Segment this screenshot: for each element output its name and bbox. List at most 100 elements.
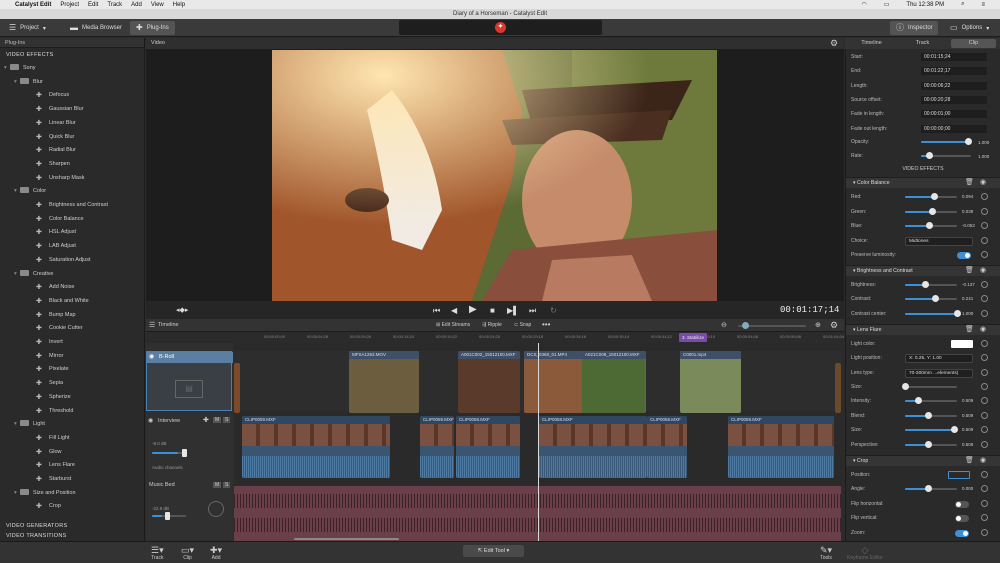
broll-clip-edge[interactable] xyxy=(835,363,841,413)
plugins-button[interactable]: ✚ Plug-Ins xyxy=(130,21,175,35)
playhead[interactable] xyxy=(538,343,539,541)
color-balance-section[interactable]: ▾ Color Balance xyxy=(846,177,1000,188)
edit-tool-dropdown[interactable]: ⇱ Edit Tool ▾ xyxy=(463,545,524,557)
menu-project[interactable]: Project xyxy=(60,2,79,8)
tree-item-color[interactable]: ▾ Color xyxy=(14,185,46,198)
tree-item-invert[interactable]: ✚ Invert xyxy=(24,336,63,349)
solo-button[interactable]: S xyxy=(223,417,231,423)
inspector-button[interactable]: ⓘ Inspector xyxy=(890,21,938,35)
tree-item-color-balance[interactable]: ✚ Color Balance xyxy=(24,213,84,226)
tools-button[interactable]: ✎▾ Tools xyxy=(820,545,832,561)
position-reset-icon[interactable] xyxy=(981,471,988,478)
brightness-contrast-section[interactable]: ▾ Brightness and Contrast xyxy=(846,265,1000,276)
tree-item-cookie-cutter[interactable]: ✚ Cookie Cutter xyxy=(24,322,83,335)
menu-app[interactable]: Catalyst Edit xyxy=(15,2,51,8)
video-effects-header[interactable]: VIDEO EFFECTS xyxy=(6,52,54,58)
field-value-length[interactable]: 00:00:06;22 xyxy=(921,81,987,90)
perspective-reset-icon[interactable] xyxy=(981,441,988,448)
tree-item-mirror[interactable]: ✚ Mirror xyxy=(24,350,63,363)
ripple-button[interactable]: ⇶ Ripple xyxy=(482,322,502,328)
light-position-reset-icon[interactable] xyxy=(981,354,988,361)
tree-item-saturation-adjust[interactable]: ✚ Saturation Adjust xyxy=(24,254,91,267)
add-button[interactable]: ✚▾ Add xyxy=(210,545,222,561)
tree-item-radial-blur[interactable]: ✚ Radial Blur xyxy=(24,144,76,157)
viewer-settings-gear-icon[interactable]: ⚙ xyxy=(830,38,838,49)
tree-item-size-and-position[interactable]: ▾ Size and Position xyxy=(14,487,76,500)
brightness-reset-icon[interactable] xyxy=(981,281,988,288)
track-header-interview[interactable]: ◉ Interview ✚ M S -8.0 dB Audio channels xyxy=(146,414,232,476)
volume-knob[interactable] xyxy=(165,512,170,520)
intensity-slider[interactable] xyxy=(905,397,957,404)
crop-section[interactable]: ▾ Crop xyxy=(846,455,1000,466)
slider-knob[interactable] xyxy=(965,138,972,145)
tree-item-lens-flare[interactable]: ✚ Lens Flare xyxy=(24,459,75,472)
field-value-source-offset[interactable]: 00:00:20;28 xyxy=(921,95,987,104)
zoom-out-icon[interactable]: ⊖ xyxy=(721,321,727,329)
green-reset-icon[interactable] xyxy=(981,208,988,215)
contrast-slider[interactable] xyxy=(905,295,957,302)
perspective-slider[interactable] xyxy=(905,441,957,448)
position-button[interactable] xyxy=(948,471,970,479)
interview-clip[interactable]: CLIP0059.MXF xyxy=(420,416,454,478)
tree-item-light[interactable]: ▾ Light xyxy=(14,418,45,431)
blue-reset-icon[interactable] xyxy=(981,222,988,229)
choice-dropdown[interactable]: Midtones xyxy=(905,237,973,246)
menu-edit[interactable]: Edit xyxy=(88,2,98,8)
tree-item-starburst[interactable]: ✚ Starburst xyxy=(24,473,71,486)
broll-track-name[interactable]: B-Roll xyxy=(159,354,174,360)
tree-item-gaussian-blur[interactable]: ✚ Gaussian Blur xyxy=(24,103,84,116)
zoom-reset-icon[interactable] xyxy=(981,529,988,536)
solo-button[interactable]: S xyxy=(223,482,231,488)
step-forward-icon[interactable]: ▶▌ xyxy=(507,306,519,315)
tree-item-unsharp-mask[interactable]: ✚ Unsharp Mask xyxy=(24,172,84,185)
tree-item-bump-map[interactable]: ✚ Bump Map xyxy=(24,309,76,322)
slider-knob[interactable] xyxy=(926,152,933,159)
tree-item-quick-blur[interactable]: ✚ Quick Blur xyxy=(24,131,74,144)
zoom-toggle[interactable] xyxy=(955,530,969,537)
contrast-center-slider[interactable] xyxy=(905,310,961,317)
broll-clip[interactable]: A001C002_15012100.MXF xyxy=(458,351,520,413)
play-icon[interactable]: ▶ xyxy=(469,304,477,315)
field-value-start[interactable]: 00:01:15;24 xyxy=(921,53,987,61)
rate-slider[interactable] xyxy=(921,152,971,159)
search-icon[interactable]: ⌕ xyxy=(961,1,964,8)
tree-item-fill-light[interactable]: ✚ Fill Light xyxy=(24,432,69,445)
brightness-slider[interactable] xyxy=(905,281,957,288)
tree-item-threshold[interactable]: ✚ Threshold xyxy=(24,405,73,418)
broll-clip[interactable]: A021C008_15012100.MXF xyxy=(582,351,645,413)
wifi-icon[interactable]: ◠ xyxy=(862,1,867,8)
pan-knob[interactable] xyxy=(208,501,224,517)
trash-icon[interactable]: 🗑 xyxy=(965,325,974,333)
music-track-name[interactable]: Music Bed xyxy=(149,482,175,488)
timeline-menu-icon[interactable]: ☰ xyxy=(149,321,155,329)
visibility-eye-icon[interactable]: ◉ xyxy=(980,178,986,186)
opacity-slider[interactable] xyxy=(921,138,972,145)
options-button[interactable]: ▭ Options ▾ xyxy=(944,21,995,35)
loop-icon[interactable]: ↻ xyxy=(550,306,557,315)
tab-clip[interactable]: Clip xyxy=(951,39,996,48)
menu-track[interactable]: Track xyxy=(107,2,122,8)
project-button[interactable]: ☰ Project ▾ xyxy=(3,21,52,35)
clip-button[interactable]: ▭▾ Clip xyxy=(181,545,194,561)
preserve-luminosity-toggle[interactable] xyxy=(957,252,971,259)
track-button[interactable]: ☰▾ Track xyxy=(151,545,164,561)
stop-icon[interactable]: ■ xyxy=(490,306,495,315)
light-position-field[interactable]: X: 0.25, Y: 1.00 xyxy=(905,354,973,363)
media-browser-button[interactable]: ▬ Media Browser xyxy=(64,21,128,35)
lens-type-reset-icon[interactable] xyxy=(981,369,988,376)
video-generators-header[interactable]: VIDEO GENERATORS xyxy=(6,523,67,529)
timeline-settings-gear-icon[interactable]: ⚙ xyxy=(830,320,838,331)
interview-clip[interactable]: CLIP0058.MXF xyxy=(456,416,520,478)
slider-knob[interactable] xyxy=(921,281,929,288)
tree-item-blur[interactable]: ▾ Blur xyxy=(14,76,43,89)
slider-knob[interactable] xyxy=(930,193,938,200)
visibility-eye-icon[interactable]: ◉ xyxy=(980,266,986,274)
broll-clip[interactable]: MFSA1253.MOV xyxy=(349,351,419,413)
volume-knob[interactable] xyxy=(182,449,187,457)
video-transitions-header[interactable]: VIDEO TRANSITIONS xyxy=(6,533,67,539)
slider-knob[interactable] xyxy=(954,310,961,317)
more-icon[interactable]: ••• xyxy=(542,320,550,329)
flip-horizontal-toggle[interactable] xyxy=(955,501,969,508)
interview-clip[interactable]: CLIP0058.MXF xyxy=(539,416,647,478)
broll-clip-edge[interactable] xyxy=(234,363,240,413)
